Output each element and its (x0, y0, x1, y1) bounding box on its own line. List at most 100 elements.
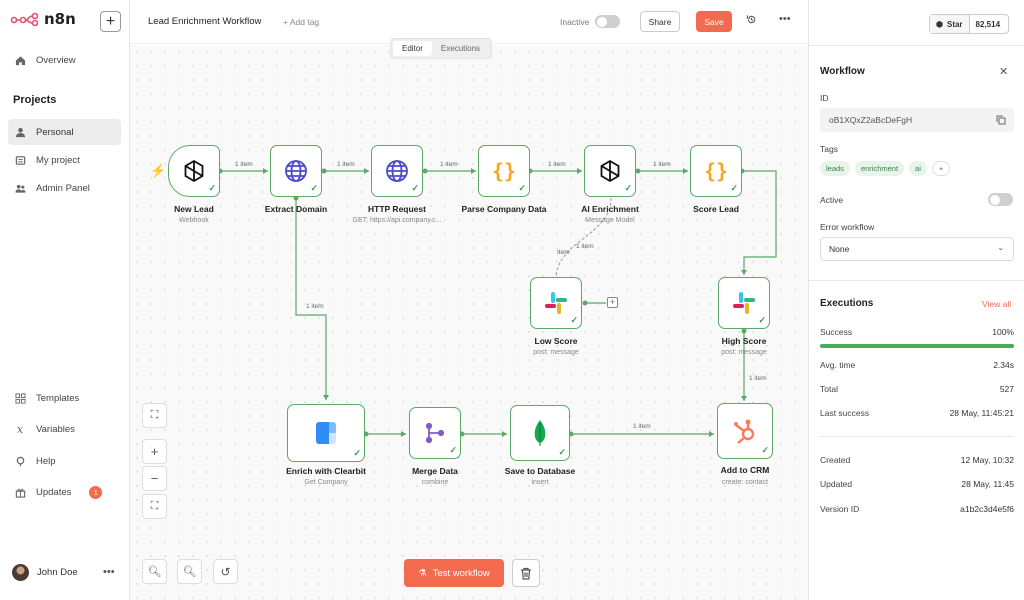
zoom-in-bottom-button[interactable]: 🔍︎ (142, 559, 167, 584)
node-extract-domain[interactable]: ✓ (270, 145, 322, 197)
trash-icon (521, 567, 531, 580)
undo-button[interactable]: ↺ (213, 559, 238, 584)
sidebar-item-label: Admin Panel (36, 182, 90, 194)
sidebar-item-label: My project (36, 154, 80, 166)
node-subtitle: insert (531, 479, 549, 486)
sidebar-item-label: Variables (36, 423, 75, 435)
stat-row: Success 100% (820, 327, 1014, 337)
more-icon[interactable]: ••• (103, 566, 115, 578)
node-merge-data[interactable]: ✓ (409, 407, 461, 459)
logo[interactable]: n8n (10, 10, 76, 28)
error-workflow-select[interactable]: None ⌄ (820, 237, 1014, 261)
reset-zoom-button[interactable]: ⛶ (142, 494, 167, 519)
meta-label: Created (820, 455, 851, 465)
node-new-lead[interactable]: ✓ (168, 145, 220, 197)
node-parse-company[interactable]: {} ✓ (478, 145, 530, 197)
zoom-in-button[interactable]: + (142, 439, 167, 464)
node-label: Add to CRM (720, 465, 770, 475)
sidebar-item-label: Personal (36, 126, 74, 138)
add-tag-link[interactable]: + Add tag (283, 17, 319, 27)
node-low-score[interactable]: ✓ (530, 277, 582, 329)
tag-enrichment[interactable]: enrichment (854, 161, 905, 176)
node-subtitle: create: contact (722, 479, 768, 486)
workflow-canvas[interactable]: Editor Executions 1 item 1 item 1 item 1… (130, 38, 808, 600)
connection-label: 1 item (576, 243, 594, 250)
meta-row: Version ID a1b2c3d4e5f6 (820, 504, 1014, 514)
connection-label: 1 item (548, 161, 566, 168)
sidebar-item-personal[interactable]: Personal (8, 119, 121, 145)
success-check-icon: ✓ (518, 183, 526, 193)
slack-icon (733, 292, 755, 314)
more-options-icon[interactable]: ••• (779, 13, 791, 25)
workflow-title[interactable]: Lead Enrichment Workflow (148, 16, 261, 27)
magnifier-icon: 🔍︎ (147, 566, 162, 578)
node-http-request[interactable]: ✓ (371, 145, 423, 197)
test-workflow-button[interactable]: ⚗ Test workflow (404, 559, 504, 587)
minus-icon: − (150, 471, 159, 486)
stat-row: Last success 28 May, 11:45:21 (820, 408, 1014, 418)
projects-heading: Projects (13, 94, 57, 106)
zoom-out-bottom-button[interactable]: 🔍︎ (177, 559, 202, 584)
app-root: n8n + Overview Projects Personal My proj… (0, 0, 1024, 600)
star-label: Star (946, 19, 963, 29)
sidebar-item-help[interactable]: Help (8, 448, 121, 474)
openai-icon (600, 159, 620, 183)
success-check-icon: ✓ (310, 183, 318, 193)
expand-icon: ⛶ (150, 409, 159, 421)
success-check-icon: ✓ (624, 183, 632, 193)
node-ai-enrichment[interactable]: ✓ (584, 145, 636, 197)
merge-icon (425, 422, 445, 444)
node-subtitle: post: message (533, 349, 579, 356)
active-toggle-panel[interactable] (988, 193, 1013, 206)
add-node-plus-icon[interactable]: + (607, 297, 618, 308)
node-subtitle: combine (421, 479, 449, 486)
node-enrich-clearbit[interactable]: ✓ (287, 404, 365, 462)
tag-ai[interactable]: ai (909, 161, 927, 176)
node-subtitle: Message Model (585, 217, 635, 224)
close-icon[interactable]: ✕ (999, 65, 1008, 78)
fit-view-button[interactable]: ⛶ (142, 403, 167, 428)
connection-label: 1 item (306, 303, 324, 310)
success-check-icon: ✓ (730, 183, 738, 193)
connection-label: Item (557, 249, 570, 256)
add-tag-button[interactable]: + (931, 161, 951, 176)
node-high-score[interactable]: ✓ (718, 277, 770, 329)
delete-button[interactable] (512, 559, 540, 587)
workflow-panel-title: Workflow (820, 66, 865, 77)
users-icon (14, 183, 26, 194)
sidebar-item-variables[interactable]: 𝑥 Variables (8, 416, 121, 442)
node-save-database[interactable]: ✓ (510, 405, 570, 461)
success-check-icon: ✓ (758, 315, 766, 325)
divider (809, 45, 1024, 46)
stat-row: Total 527 (820, 384, 1014, 394)
node-add-crm[interactable]: ✓ (717, 403, 773, 459)
user-menu[interactable]: John Doe (12, 564, 78, 581)
sidebar-item-updates[interactable]: Updates 1 (8, 479, 121, 505)
save-button[interactable]: Save (696, 11, 732, 32)
sidebar-item-templates[interactable]: Templates (8, 385, 121, 411)
node-score-lead[interactable]: {} ✓ (690, 145, 742, 197)
active-status-label: Inactive (560, 17, 590, 27)
add-button[interactable]: + (100, 11, 121, 32)
app-name: n8n (44, 10, 76, 28)
sidebar: n8n + Overview Projects Personal My proj… (0, 0, 130, 600)
sidebar-item-label: Updates (36, 486, 72, 498)
node-label: Merge Data (412, 466, 458, 476)
success-check-icon: ✓ (353, 448, 361, 458)
sidebar-item-admin-panel[interactable]: Admin Panel (8, 175, 121, 201)
sidebar-item-my-project[interactable]: My project (8, 147, 121, 173)
active-toggle[interactable] (595, 15, 620, 28)
history-icon[interactable] (746, 14, 757, 28)
workflow-id-field[interactable]: oB1XQxZ2aBcDeFgH (820, 108, 1014, 132)
stat-label: Last success (820, 408, 870, 418)
share-button[interactable]: Share (640, 11, 680, 32)
copy-icon[interactable] (996, 115, 1006, 128)
tag-leads[interactable]: leads (820, 161, 850, 176)
github-star-button[interactable]: ⬢ Star 82,514 (929, 14, 1009, 34)
zoom-out-button[interactable]: − (142, 466, 167, 491)
sidebar-item-overview[interactable]: Overview (8, 47, 121, 73)
undo-icon: ↺ (220, 564, 231, 579)
view-all-link[interactable]: View all (982, 299, 1011, 309)
divider (809, 280, 1024, 281)
code-braces-icon: {} (491, 159, 517, 183)
